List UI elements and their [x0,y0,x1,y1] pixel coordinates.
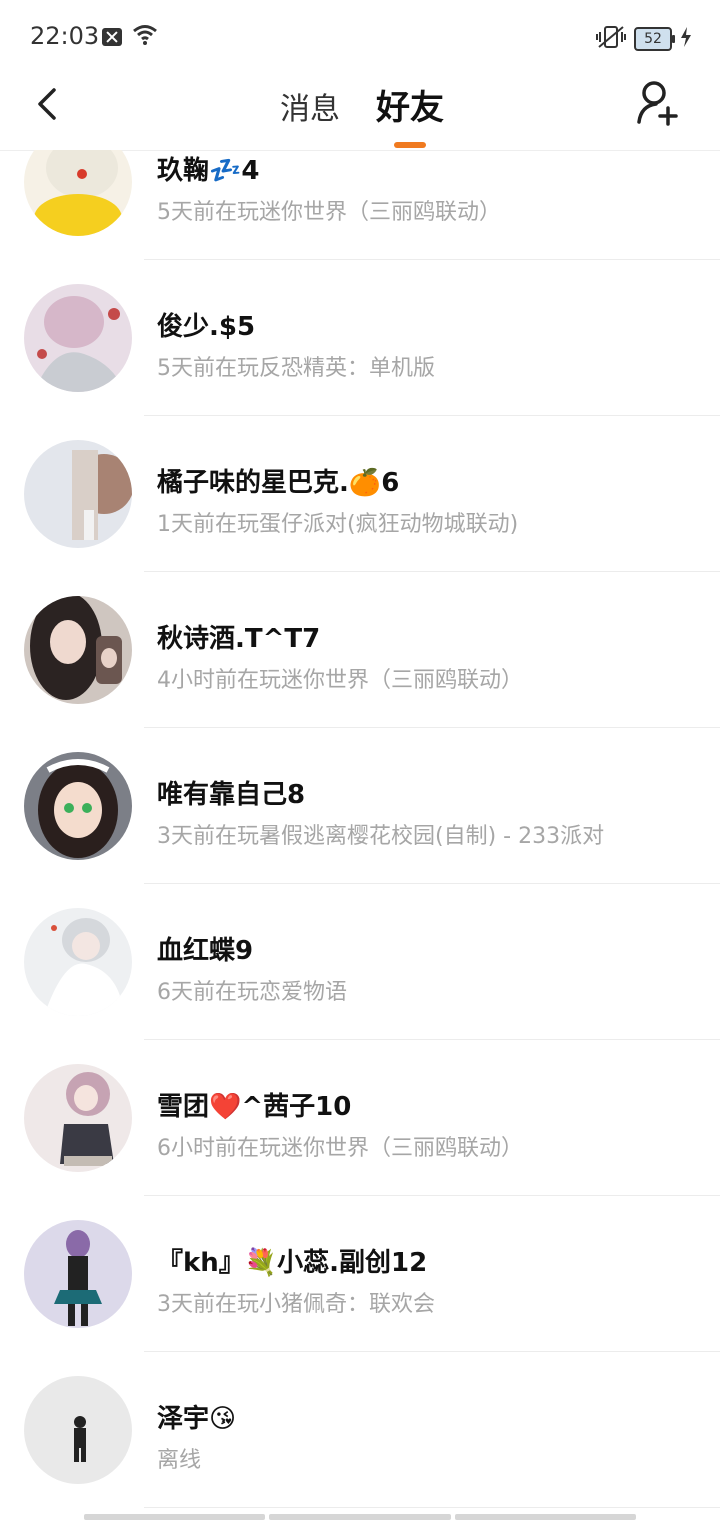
friend-item[interactable]: 雪团❤️^茜子10 6小时前在玩迷你世界（三丽鸥联动） [0,1040,720,1196]
friend-item[interactable]: 唯有靠自己8 3天前在玩暑假逃离樱花校园(自制) - 233派对 [0,728,720,884]
avatar[interactable] [24,440,132,548]
wifi-icon [132,24,158,50]
indicator-segment [269,1514,451,1520]
friend-status: 6天前在玩恋爱物语 [157,980,347,1005]
status-bar: 22:03 52 [0,0,720,72]
add-user-icon [637,81,678,126]
friend-status: 3天前在玩暑假逃离樱花校园(自制) - 233派对 [157,824,605,849]
friend-status: 5天前在玩反恐精英：单机版 [157,356,435,381]
friend-item[interactable]: 秋诗酒.T^T7 4小时前在玩迷你世界（三丽鸥联动） [0,572,720,728]
tab-active-indicator [394,142,426,148]
friend-item[interactable]: 血红蝶9 6天前在玩恋爱物语 [0,884,720,1040]
add-friend-button[interactable] [634,78,682,126]
friend-status: 3天前在玩小猪佩奇：联欢会 [157,1292,435,1317]
friend-item[interactable]: 玖鞠💤4 5天前在玩迷你世界（三丽鸥联动） [0,150,720,260]
friend-name: 『kh』💐小蕊.副创12 [157,1248,428,1278]
friend-name: 橘子味的星巴克.🍊6 [157,468,400,498]
friend-name: 秋诗酒.T^T7 [157,624,321,654]
charging-icon [680,27,692,51]
notification-x-icon [102,28,122,46]
battery-icon: 52 [634,27,675,51]
status-right: 52 [596,24,692,54]
bottom-indicator [84,1514,636,1520]
avatar[interactable] [24,150,132,236]
status-time: 22:03 [30,22,100,50]
indicator-segment [454,1514,636,1520]
friend-item[interactable]: 『kh』💐小蕊.副创12 3天前在玩小猪佩奇：联欢会 [0,1196,720,1352]
friend-name: 雪团❤️^茜子10 [157,1092,352,1122]
avatar[interactable] [24,1376,132,1484]
friend-list[interactable]: 玖鞠💤4 5天前在玩迷你世界（三丽鸥联动） 俊少.$5 5天前在玩反恐精英：单机… [0,150,720,1520]
friend-status: 6小时前在玩迷你世界（三丽鸥联动） [157,1136,523,1161]
avatar[interactable] [24,596,132,704]
avatar[interactable] [24,284,132,392]
tab-messages[interactable]: 消息 [280,84,340,128]
avatar[interactable] [24,752,132,860]
friend-item[interactable]: 橘子味的星巴克.🍊6 1天前在玩蛋仔派对(疯狂动物城联动) [0,416,720,572]
friend-item[interactable]: 俊少.$5 5天前在玩反恐精英：单机版 [0,260,720,416]
friend-name: 血红蝶9 [157,936,254,966]
friend-status: 4小时前在玩迷你世界（三丽鸥联动） [157,668,523,693]
vibrate-off-icon [596,24,626,54]
avatar[interactable] [24,908,132,1016]
divider [144,1507,720,1508]
friend-status: 离线 [157,1448,202,1473]
indicator-segment [84,1514,266,1520]
friend-name: 玖鞠💤4 [157,156,260,186]
friend-item[interactable]: 泽宇😘 离线 [0,1352,720,1508]
tab-friends[interactable]: 好友 [376,80,444,129]
friend-name: 俊少.$5 [157,312,256,342]
back-arrow-icon [38,88,56,120]
header: 消息 好友 [0,72,720,151]
back-button[interactable] [30,84,70,124]
friend-status: 1天前在玩蛋仔派对(疯狂动物城联动) [157,512,519,537]
friend-status: 5天前在玩迷你世界（三丽鸥联动） [157,200,501,225]
avatar[interactable] [24,1220,132,1328]
friend-name: 唯有靠自己8 [157,780,306,810]
avatar[interactable] [24,1064,132,1172]
friend-name: 泽宇😘 [157,1404,237,1434]
